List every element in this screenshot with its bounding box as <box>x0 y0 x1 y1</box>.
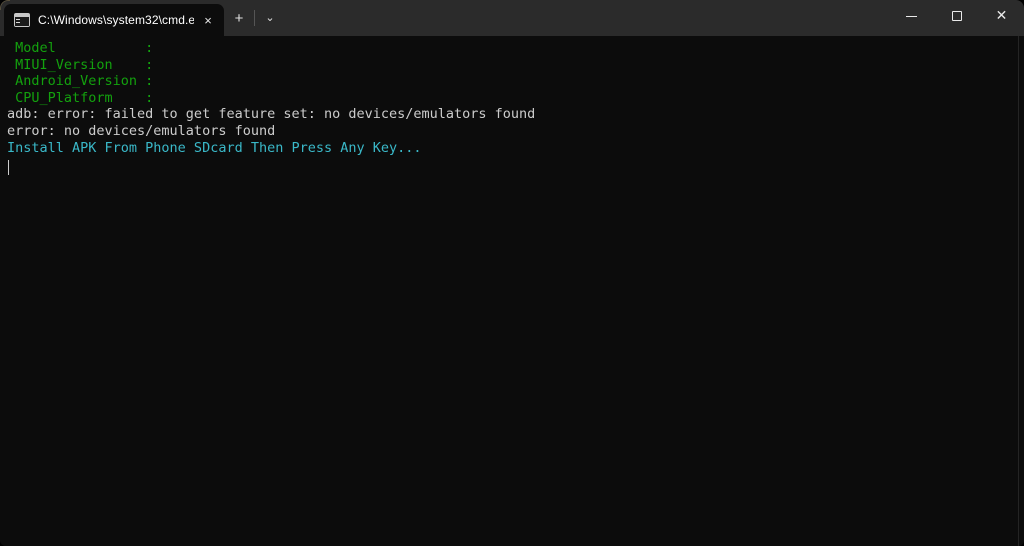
terminal-window: C:\Windows\system32\cmd.e: × + ⌄ ✕ Model… <box>0 0 1024 546</box>
terminal-line-list: Model : MIUI_Version : Android_Version :… <box>0 40 1024 156</box>
terminal-output[interactable]: Model : MIUI_Version : Android_Version :… <box>0 36 1024 546</box>
text-cursor <box>8 160 9 175</box>
minimize-icon <box>906 15 917 17</box>
terminal-line: Install APK From Phone SDcard Then Press… <box>7 139 422 156</box>
terminal-line: MIUI_Version : <box>7 56 154 73</box>
close-tab-icon[interactable]: × <box>198 10 218 30</box>
tab-title: C:\Windows\system32\cmd.e: <box>38 13 194 27</box>
terminal-line: Model : <box>7 40 154 56</box>
window-controls: ✕ <box>889 0 1024 32</box>
terminal-line: adb: error: failed to get feature set: n… <box>7 106 536 123</box>
close-icon: ✕ <box>995 8 1008 24</box>
maximize-button[interactable] <box>934 0 979 32</box>
tab-strip: C:\Windows\system32\cmd.e: × + ⌄ <box>0 0 285 36</box>
chevron-down-icon[interactable]: ⌄ <box>255 2 285 34</box>
scrollbar[interactable] <box>1018 36 1019 546</box>
new-tab-button[interactable]: + <box>224 2 254 34</box>
console-icon <box>14 13 30 27</box>
terminal-line: Android_Version : <box>7 73 154 90</box>
maximize-icon <box>951 11 962 21</box>
tab-cmd[interactable]: C:\Windows\system32\cmd.e: × <box>4 4 224 36</box>
terminal-line: error: no devices/emulators found <box>7 122 276 139</box>
title-bar[interactable]: C:\Windows\system32\cmd.e: × + ⌄ ✕ <box>0 0 1024 36</box>
minimize-button[interactable] <box>889 0 934 32</box>
terminal-line: CPU_Platform : <box>7 89 154 106</box>
close-button[interactable]: ✕ <box>979 0 1024 32</box>
